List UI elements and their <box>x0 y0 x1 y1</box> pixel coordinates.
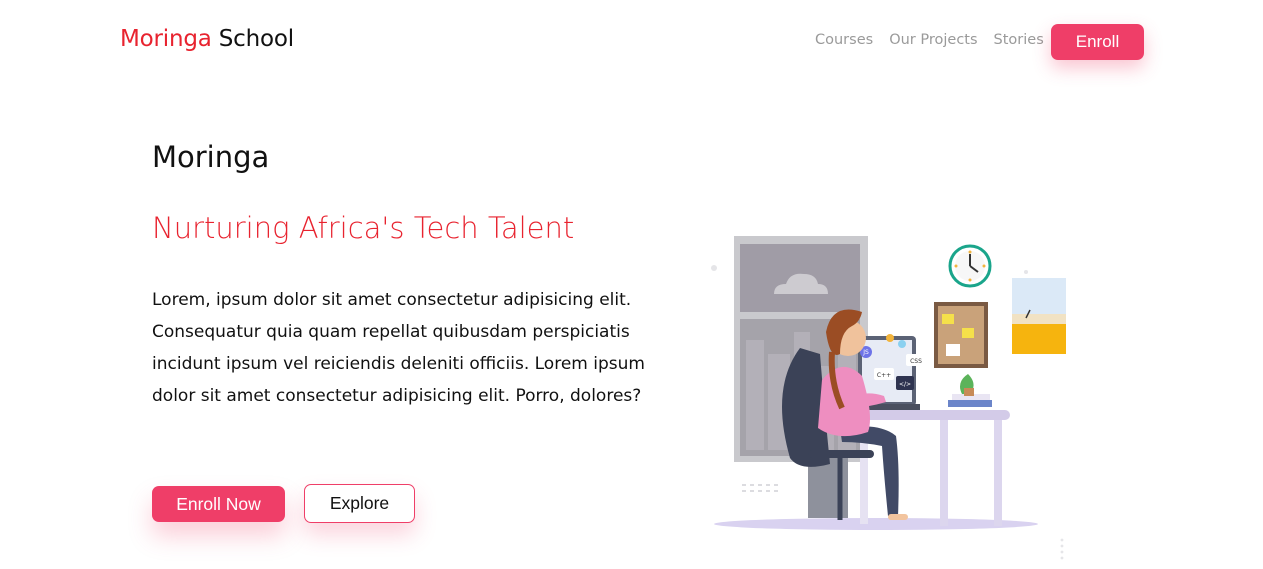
hero-description: Lorem, ipsum dolor sit amet consectetur … <box>152 290 645 406</box>
nav-link-courses[interactable]: Courses <box>815 30 873 50</box>
explore-button[interactable]: Explore <box>304 484 415 523</box>
beach-picture <box>1012 278 1066 354</box>
woman-coding-at-desk-illustration: JS C++ CSS </> <box>711 236 1066 560</box>
badge-code: </> <box>896 376 914 390</box>
svg-text:C++: C++ <box>877 372 891 379</box>
svg-text:JS: JS <box>862 349 869 356</box>
hero-subtitle: Nurturing Africa's Tech Talent <box>152 211 575 245</box>
brand-logo[interactable]: Moringa School <box>120 24 294 54</box>
nav-link-our-projects[interactable]: Our Projects <box>889 30 977 50</box>
enroll-now-button[interactable]: Enroll Now <box>152 486 285 522</box>
cork-board <box>934 302 988 368</box>
hero-title: Moringa <box>152 140 270 174</box>
enroll-button[interactable]: Enroll <box>1051 24 1144 60</box>
nav-link-stories[interactable]: Stories <box>994 30 1044 50</box>
brand-name-accent: Moringa <box>120 26 212 52</box>
badge-cpp: C++ <box>874 368 894 380</box>
badge-css: CSS <box>906 354 926 366</box>
nav-links: Courses Our Projects Stories <box>815 30 1044 50</box>
navbar: Moringa School Courses Our Projects Stor… <box>0 0 1263 80</box>
svg-text:</>: </> <box>899 381 911 388</box>
brand-name-rest: School <box>218 26 294 52</box>
clock-icon <box>948 244 992 288</box>
svg-text:CSS: CSS <box>910 358 922 365</box>
